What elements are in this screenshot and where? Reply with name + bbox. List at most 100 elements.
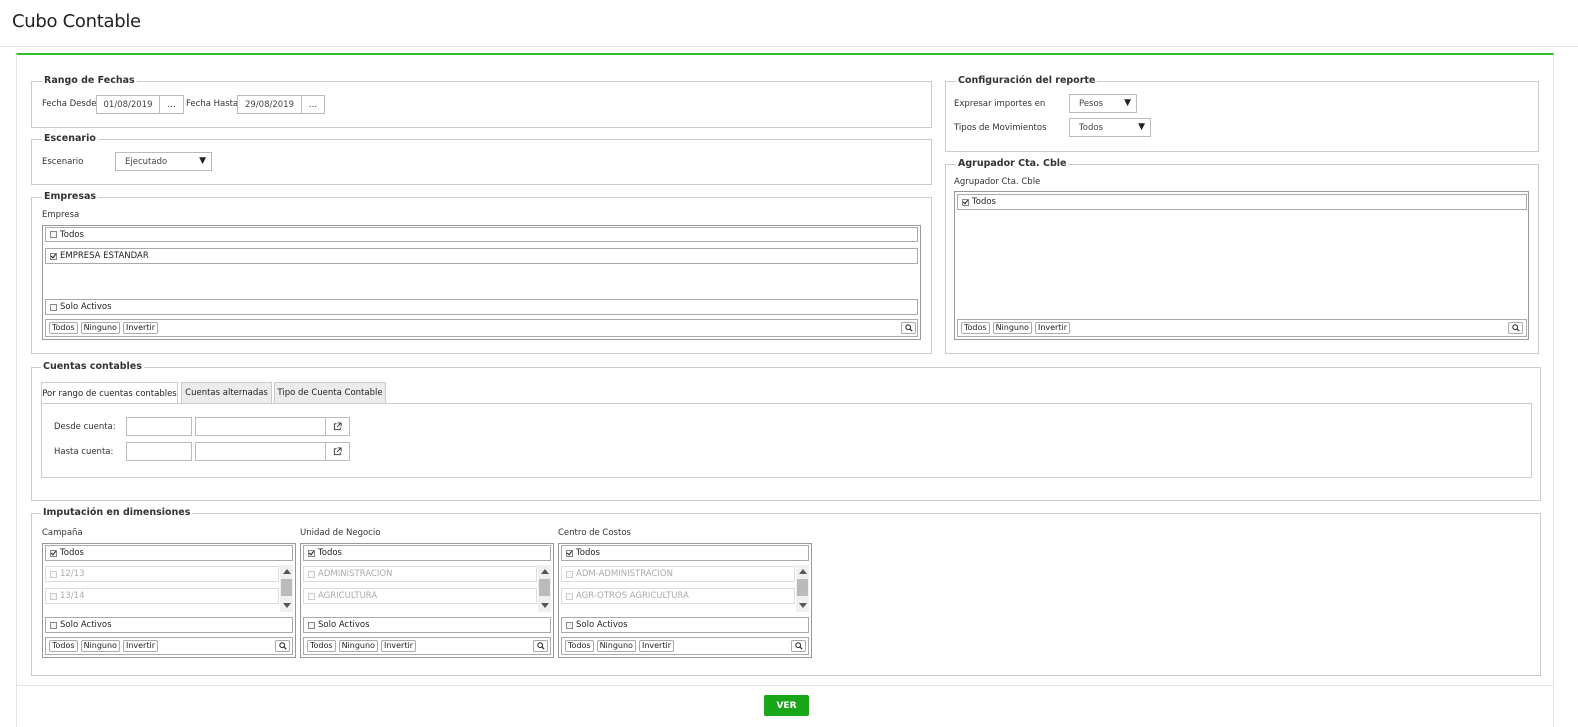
movimientos-select[interactable]: Todos ▼	[1069, 118, 1151, 137]
select-none-button[interactable]: Ninguno	[80, 322, 120, 334]
unidad-solo-activos-checkbox[interactable]: Solo Activos	[303, 617, 551, 633]
scroll-down-icon[interactable]	[799, 603, 807, 608]
hasta-cuenta-open-button[interactable]	[325, 442, 350, 461]
fecha-hasta-picker-button[interactable]: ...	[301, 95, 325, 114]
select-none-button[interactable]: Ninguno	[338, 640, 378, 652]
campana-todos-checkbox[interactable]: Todos	[45, 545, 293, 561]
select-none-button[interactable]: Ninguno	[596, 640, 636, 652]
search-icon	[536, 642, 545, 650]
config-legend: Configuración del reporte	[958, 75, 1096, 86]
unidad-item[interactable]: AGRICULTURA	[303, 588, 537, 604]
escenario-select[interactable]: Ejecutado ▼	[115, 152, 212, 171]
centro-item[interactable]: ADM-ADMINISTRACION	[561, 566, 795, 582]
search-button[interactable]	[1508, 322, 1523, 334]
movimientos-label: Tipos de Movimientos	[954, 123, 1047, 133]
agrupador-label: Agrupador Cta. Cble	[954, 177, 1041, 187]
campana-item[interactable]: 12/13	[45, 566, 279, 582]
invert-selection-button[interactable]: Invertir	[122, 640, 158, 652]
tab-rango-cuentas[interactable]: Por rango de cuentas contables	[41, 382, 178, 404]
centro-item[interactable]: AGR-OTROS AGRICULTURA	[561, 588, 795, 604]
unidad-todos-checkbox[interactable]: Todos	[303, 545, 551, 561]
checkbox-checked-icon	[566, 549, 573, 557]
select-all-button[interactable]: Todos	[49, 322, 78, 334]
checkbox-icon	[50, 621, 57, 629]
unidad-scrollbar[interactable]	[538, 565, 551, 612]
fecha-hasta-label: Fecha Hasta	[186, 99, 239, 109]
agrupador-listbox	[954, 191, 1529, 340]
scroll-down-icon[interactable]	[541, 603, 549, 608]
empresa-todos-checkbox[interactable]: Todos	[45, 227, 918, 242]
scroll-thumb[interactable]	[281, 579, 292, 596]
centro-scrollbar[interactable]	[796, 565, 809, 612]
fechas-legend: Rango de Fechas	[44, 75, 135, 86]
empresa-item[interactable]: EMPRESA ESTANDAR	[45, 248, 918, 264]
checkbox-checked-icon	[50, 549, 57, 557]
tab-panel	[41, 403, 1532, 478]
select-none-button[interactable]: Ninguno	[992, 322, 1032, 334]
invert-selection-button[interactable]: Invertir	[380, 640, 416, 652]
campana-item[interactable]: 13/14	[45, 588, 279, 604]
escenario-label: Escenario	[42, 157, 84, 167]
scroll-thumb[interactable]	[797, 579, 808, 596]
fecha-desde-picker-button[interactable]: ...	[159, 95, 184, 114]
empresa-solo-activos-label: Solo Activos	[60, 302, 112, 312]
centro-todos-label: Todos	[576, 548, 600, 558]
empresa-label: Empresa	[42, 210, 80, 220]
cuentas-legend: Cuentas contables	[43, 361, 142, 372]
unidad-item-label: AGRICULTURA	[318, 591, 378, 601]
centro-solo-activos-checkbox[interactable]: Solo Activos	[561, 617, 809, 633]
invert-selection-button[interactable]: Invertir	[122, 322, 158, 334]
fecha-desde-input[interactable]: 01/08/2019	[96, 95, 160, 114]
agrupador-todos-checkbox[interactable]: Todos	[957, 194, 1527, 210]
desde-cuenta-code-input[interactable]	[126, 417, 192, 436]
empresa-actions-bar: Todos Ninguno Invertir	[45, 319, 918, 337]
campana-todos-label: Todos	[60, 548, 84, 558]
fecha-hasta-input[interactable]: 29/08/2019	[237, 95, 302, 114]
select-all-button[interactable]: Todos	[49, 640, 78, 652]
search-button[interactable]	[901, 322, 916, 334]
campana-scrollbar[interactable]	[280, 565, 293, 612]
campana-solo-activos-checkbox[interactable]: Solo Activos	[45, 617, 293, 633]
scroll-thumb[interactable]	[539, 579, 550, 596]
importes-select[interactable]: Pesos ▼	[1069, 94, 1137, 113]
centro-item-label: AGR-OTROS AGRICULTURA	[576, 591, 689, 601]
campana-item-label: 12/13	[60, 569, 85, 579]
search-button[interactable]	[791, 640, 806, 652]
invert-selection-button[interactable]: Invertir	[1034, 322, 1070, 334]
desde-cuenta-open-button[interactable]	[325, 417, 350, 436]
hasta-cuenta-desc-input[interactable]	[195, 442, 326, 461]
select-none-button[interactable]: Ninguno	[80, 640, 120, 652]
search-button[interactable]	[275, 640, 290, 652]
dimensiones-legend: Imputación en dimensiones	[43, 507, 191, 518]
scroll-up-icon[interactable]	[541, 569, 549, 574]
search-button[interactable]	[533, 640, 548, 652]
select-all-button[interactable]: Todos	[961, 322, 990, 334]
centro-todos-checkbox[interactable]: Todos	[561, 545, 809, 561]
agrupador-actions-bar: Todos Ninguno Invertir	[957, 319, 1527, 337]
external-link-icon	[333, 447, 342, 456]
escenario-value: Ejecutado	[125, 156, 168, 167]
checkbox-icon	[308, 592, 315, 600]
config-fieldset: Configuración del reporte	[945, 76, 1539, 152]
page-header: Cubo Contable	[0, 0, 1578, 47]
tab-cuentas-alternadas[interactable]: Cuentas alternadas	[181, 382, 272, 403]
ver-button[interactable]: VER	[764, 695, 809, 716]
checkbox-icon	[566, 592, 573, 600]
scroll-up-icon[interactable]	[283, 569, 291, 574]
unidad-solo-activos-label: Solo Activos	[318, 620, 370, 630]
select-all-button[interactable]: Todos	[565, 640, 594, 652]
checkbox-icon	[50, 231, 57, 238]
centro-solo-activos-label: Solo Activos	[576, 620, 628, 630]
external-link-icon	[333, 422, 342, 431]
desde-cuenta-desc-input[interactable]	[195, 417, 326, 436]
scroll-down-icon[interactable]	[283, 603, 291, 608]
footer-divider	[17, 685, 1553, 686]
scroll-up-icon[interactable]	[799, 569, 807, 574]
hasta-cuenta-code-input[interactable]	[126, 442, 192, 461]
tab-tipo-cuenta[interactable]: Tipo de Cuenta Contable	[274, 382, 386, 403]
invert-selection-button[interactable]: Invertir	[638, 640, 674, 652]
unidad-item[interactable]: ADMINISTRACION	[303, 566, 537, 582]
select-all-button[interactable]: Todos	[307, 640, 336, 652]
empresa-solo-activos-checkbox[interactable]: Solo Activos	[45, 299, 918, 315]
importes-label: Expresar importes en	[954, 99, 1046, 109]
